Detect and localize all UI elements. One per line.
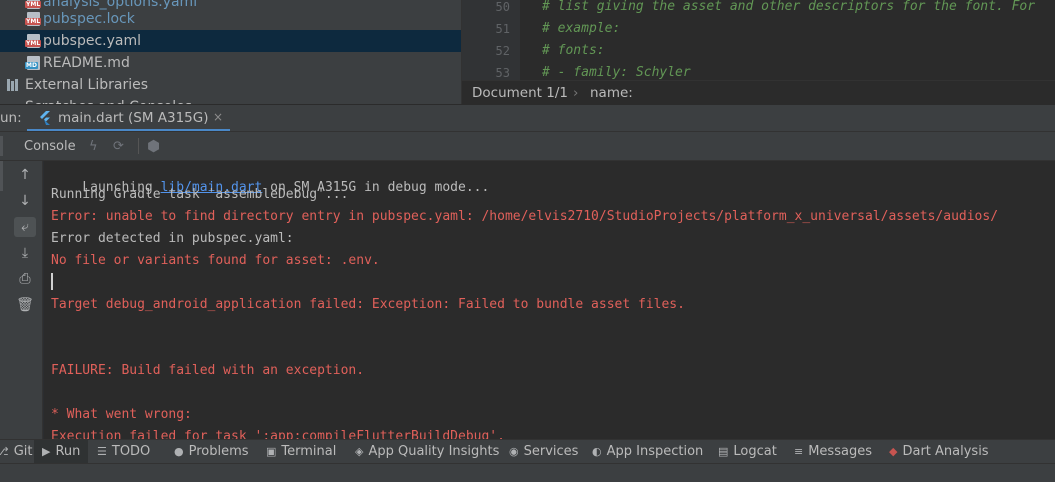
tree-item-readme[interactable]: MD README.md: [0, 52, 462, 74]
console-error-line: * What went wrong:: [51, 407, 192, 422]
code-line[interactable]: # list giving the asset and other descri…: [542, 0, 1035, 14]
hot-reload-icon[interactable]: ϟ: [89, 139, 98, 154]
tool-run[interactable]: ▶ Run: [34, 440, 89, 464]
flutter-icon: [40, 111, 50, 125]
info-icon: ●: [174, 445, 184, 458]
breadcrumb-document[interactable]: Document 1/1: [472, 85, 568, 101]
text-caret: [51, 273, 53, 290]
tree-item-label: README.md: [43, 55, 130, 71]
line-number: 52: [495, 44, 510, 58]
console-line: Running Gradle task 'assembleDebug'...: [51, 187, 349, 202]
code-editor[interactable]: 50 51 52 53 # list giving the asset and …: [462, 0, 1055, 80]
tree-item-label: pubspec.lock: [43, 11, 135, 27]
left-edge-handle: [0, 136, 3, 156]
yaml-file-icon: YML: [25, 34, 42, 48]
line-number-gutter: 50 51 52 53: [462, 0, 520, 80]
tree-item-pubspec-lock[interactable]: YML pubspec.lock: [0, 8, 462, 30]
scroll-to-end-icon[interactable]: ⤓: [14, 243, 36, 263]
tree-item-label: External Libraries: [25, 77, 148, 93]
tree-item-pubspec-yaml[interactable]: YML pubspec.yaml: [0, 30, 462, 52]
line-number: 53: [495, 66, 510, 80]
toolbar-divider: [138, 138, 139, 154]
messages-icon: ≡: [794, 445, 804, 458]
code-line[interactable]: # - family: Schyler: [542, 65, 691, 80]
tool-terminal[interactable]: ▣ Terminal: [266, 440, 336, 464]
status-bar: [0, 463, 1055, 482]
tool-todo[interactable]: ☰ TODO: [97, 440, 150, 464]
editor-breadcrumb: Document 1/1 › name:: [462, 80, 1055, 104]
console-error-line: Error: unable to find directory entry in…: [51, 209, 999, 224]
stop-icon[interactable]: ⬢: [147, 137, 160, 155]
tool-app-inspection[interactable]: ◐ App Inspection: [592, 440, 703, 464]
run-window-label: un:: [0, 110, 22, 126]
logcat-icon: ▤: [718, 445, 729, 458]
breadcrumb-key[interactable]: name:: [590, 85, 633, 101]
console-line: Error detected in pubspec.yaml:: [51, 231, 294, 246]
tool-app-quality-insights[interactable]: ◈ App Quality Insights: [355, 440, 499, 464]
terminal-icon: ▣: [266, 445, 277, 458]
play-icon: ▶: [42, 445, 51, 458]
tool-services[interactable]: ◉ Services: [509, 440, 578, 464]
soft-wrap-icon[interactable]: ⤶: [14, 217, 36, 237]
tool-git[interactable]: ⎇ Git: [0, 440, 32, 464]
print-icon[interactable]: ⎙: [14, 269, 36, 289]
tool-dart-analysis[interactable]: ◆ Dart Analysis: [889, 440, 989, 464]
yaml-file-icon: YML: [25, 12, 42, 26]
tab-label: main.dart (SM A315G): [58, 110, 209, 126]
console-error-line: FAILURE: Build failed with an exception.: [51, 363, 365, 378]
tree-item-label: Scratches and Consoles: [25, 96, 192, 104]
tab-main-dart[interactable]: main.dart (SM A315G) ×: [27, 105, 230, 132]
arrow-down-icon[interactable]: ↓: [14, 191, 36, 211]
tree-item-external-libraries[interactable]: External Libraries: [0, 74, 462, 96]
code-line[interactable]: # example:: [542, 21, 620, 36]
code-line[interactable]: # fonts:: [542, 43, 605, 58]
markdown-file-icon: MD: [25, 56, 40, 70]
tool-messages[interactable]: ≡ Messages: [794, 440, 872, 464]
services-icon: ◉: [509, 445, 519, 458]
console-error-line: No file or variants found for asset: .en…: [51, 253, 380, 268]
breadcrumb-separator: ›: [573, 85, 579, 101]
tool-logcat[interactable]: ▤ Logcat: [718, 440, 777, 464]
close-icon[interactable]: ×: [213, 110, 223, 124]
tree-item-label: pubspec.yaml: [43, 33, 141, 49]
hot-restart-icon[interactable]: ⟳: [113, 139, 124, 154]
inspection-icon: ◐: [592, 445, 602, 458]
console-error-line: Execution failed for task ':app:compileF…: [51, 429, 505, 439]
libraries-icon: [7, 79, 21, 91]
shield-icon: ◈: [355, 445, 364, 458]
console-output[interactable]: Launching lib/main.dart on SM A315G in d…: [44, 161, 1055, 439]
tree-item-scratches[interactable]: Scratches and Consoles: [0, 96, 462, 104]
dart-icon: ◆: [889, 445, 898, 458]
run-tool-window-header: un: main.dart (SM A315G) ×: [0, 104, 1055, 132]
line-number: 51: [495, 22, 510, 36]
console-side-toolbar: ↑ ↓ ⤶ ⤓ ⎙ 🗑: [0, 161, 43, 439]
trash-icon[interactable]: 🗑: [14, 295, 36, 315]
left-edge-handle: [0, 161, 3, 191]
tool-window-bar: ⎇ Git ▶ Run ☰ TODO ● Problems ▣ Terminal ◈ App…: [0, 439, 1055, 464]
console-error-line: Target debug_android_application failed:…: [51, 297, 685, 312]
project-tree: YML analysis_options.yaml YML pubspec.lo…: [0, 0, 462, 104]
line-number: 50: [495, 0, 510, 14]
tab-console[interactable]: Console: [24, 139, 76, 154]
todo-list-icon: ☰: [97, 445, 107, 458]
console-toolbar: Console ϟ ⟳ ⬢: [0, 131, 1055, 161]
tool-problems[interactable]: ● Problems: [174, 440, 249, 464]
arrow-up-icon[interactable]: ↑: [14, 165, 36, 185]
git-icon: ⎇: [0, 445, 9, 458]
